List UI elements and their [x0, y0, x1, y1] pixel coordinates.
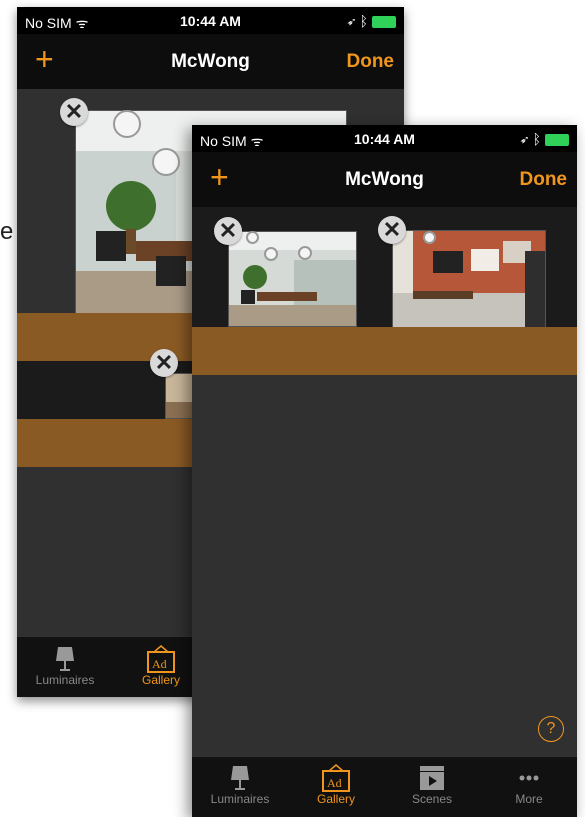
luminaire-marker[interactable]	[113, 110, 141, 138]
nav-bar: + McWong Done	[17, 34, 404, 89]
luminaire-marker[interactable]	[298, 246, 312, 260]
lamp-icon	[56, 647, 74, 671]
side-letter: e	[0, 218, 14, 245]
remove-room-button[interactable]: ✕	[150, 349, 178, 377]
empty-area	[192, 375, 577, 758]
luminaire-marker[interactable]	[246, 231, 259, 244]
room-photo[interactable]	[392, 230, 546, 328]
bluetooth-icon: ᛒ	[532, 131, 541, 147]
done-button[interactable]: Done	[347, 51, 395, 73]
remove-room-button[interactable]: ✕	[214, 217, 242, 245]
room-photo[interactable]	[228, 231, 357, 327]
lamp-icon	[231, 766, 249, 790]
status-time: 10:44 AM	[180, 13, 241, 29]
help-button[interactable]: ?	[538, 716, 564, 742]
status-bar: No SIM ᯤ 10:44 AM ➶ ᛒ	[192, 125, 577, 152]
gallery-icon: Ad	[322, 764, 350, 792]
tab-bar: Luminaires Ad Gallery Scenes More	[192, 756, 577, 817]
luminaire-marker[interactable]	[264, 247, 278, 261]
tab-luminaires[interactable]: Luminaires	[17, 645, 113, 687]
gallery-icon: Ad	[147, 645, 175, 673]
status-icons: ➶ ᛒ	[347, 13, 396, 29]
luminaire-marker[interactable]	[152, 148, 180, 176]
phone-screen-front: No SIM ᯤ 10:44 AM ➶ ᛒ + McWong Done ✕ ✕ …	[192, 125, 577, 817]
location-icon: ➶	[347, 13, 356, 29]
scenes-icon	[420, 766, 444, 790]
status-icons: ➶ ᛒ	[520, 131, 569, 147]
remove-room-button[interactable]: ✕	[378, 216, 406, 244]
tab-luminaires[interactable]: Luminaires	[192, 764, 288, 806]
luminaire-marker[interactable]	[423, 231, 436, 244]
nav-bar: + McWong Done	[192, 152, 577, 207]
tab-gallery[interactable]: Ad Gallery	[288, 764, 384, 806]
more-icon	[519, 775, 539, 781]
tab-more[interactable]: More	[481, 764, 577, 806]
svg-text:Ad: Ad	[152, 657, 167, 671]
svg-text:Ad: Ad	[327, 776, 342, 790]
remove-room-button[interactable]: ✕	[60, 98, 88, 126]
cafe-photo-image	[393, 231, 545, 327]
battery-icon	[372, 16, 396, 29]
status-time: 10:44 AM	[354, 131, 415, 147]
room-band	[192, 327, 577, 375]
battery-icon	[545, 134, 569, 147]
status-bar: No SIM ᯤ 10:44 AM ➶ ᛒ	[17, 7, 404, 34]
tab-scenes[interactable]: Scenes	[384, 764, 480, 806]
office-photo-image	[229, 232, 356, 326]
bluetooth-icon: ᛒ	[359, 13, 368, 29]
location-icon: ➶	[520, 131, 529, 147]
done-button[interactable]: Done	[520, 169, 568, 191]
